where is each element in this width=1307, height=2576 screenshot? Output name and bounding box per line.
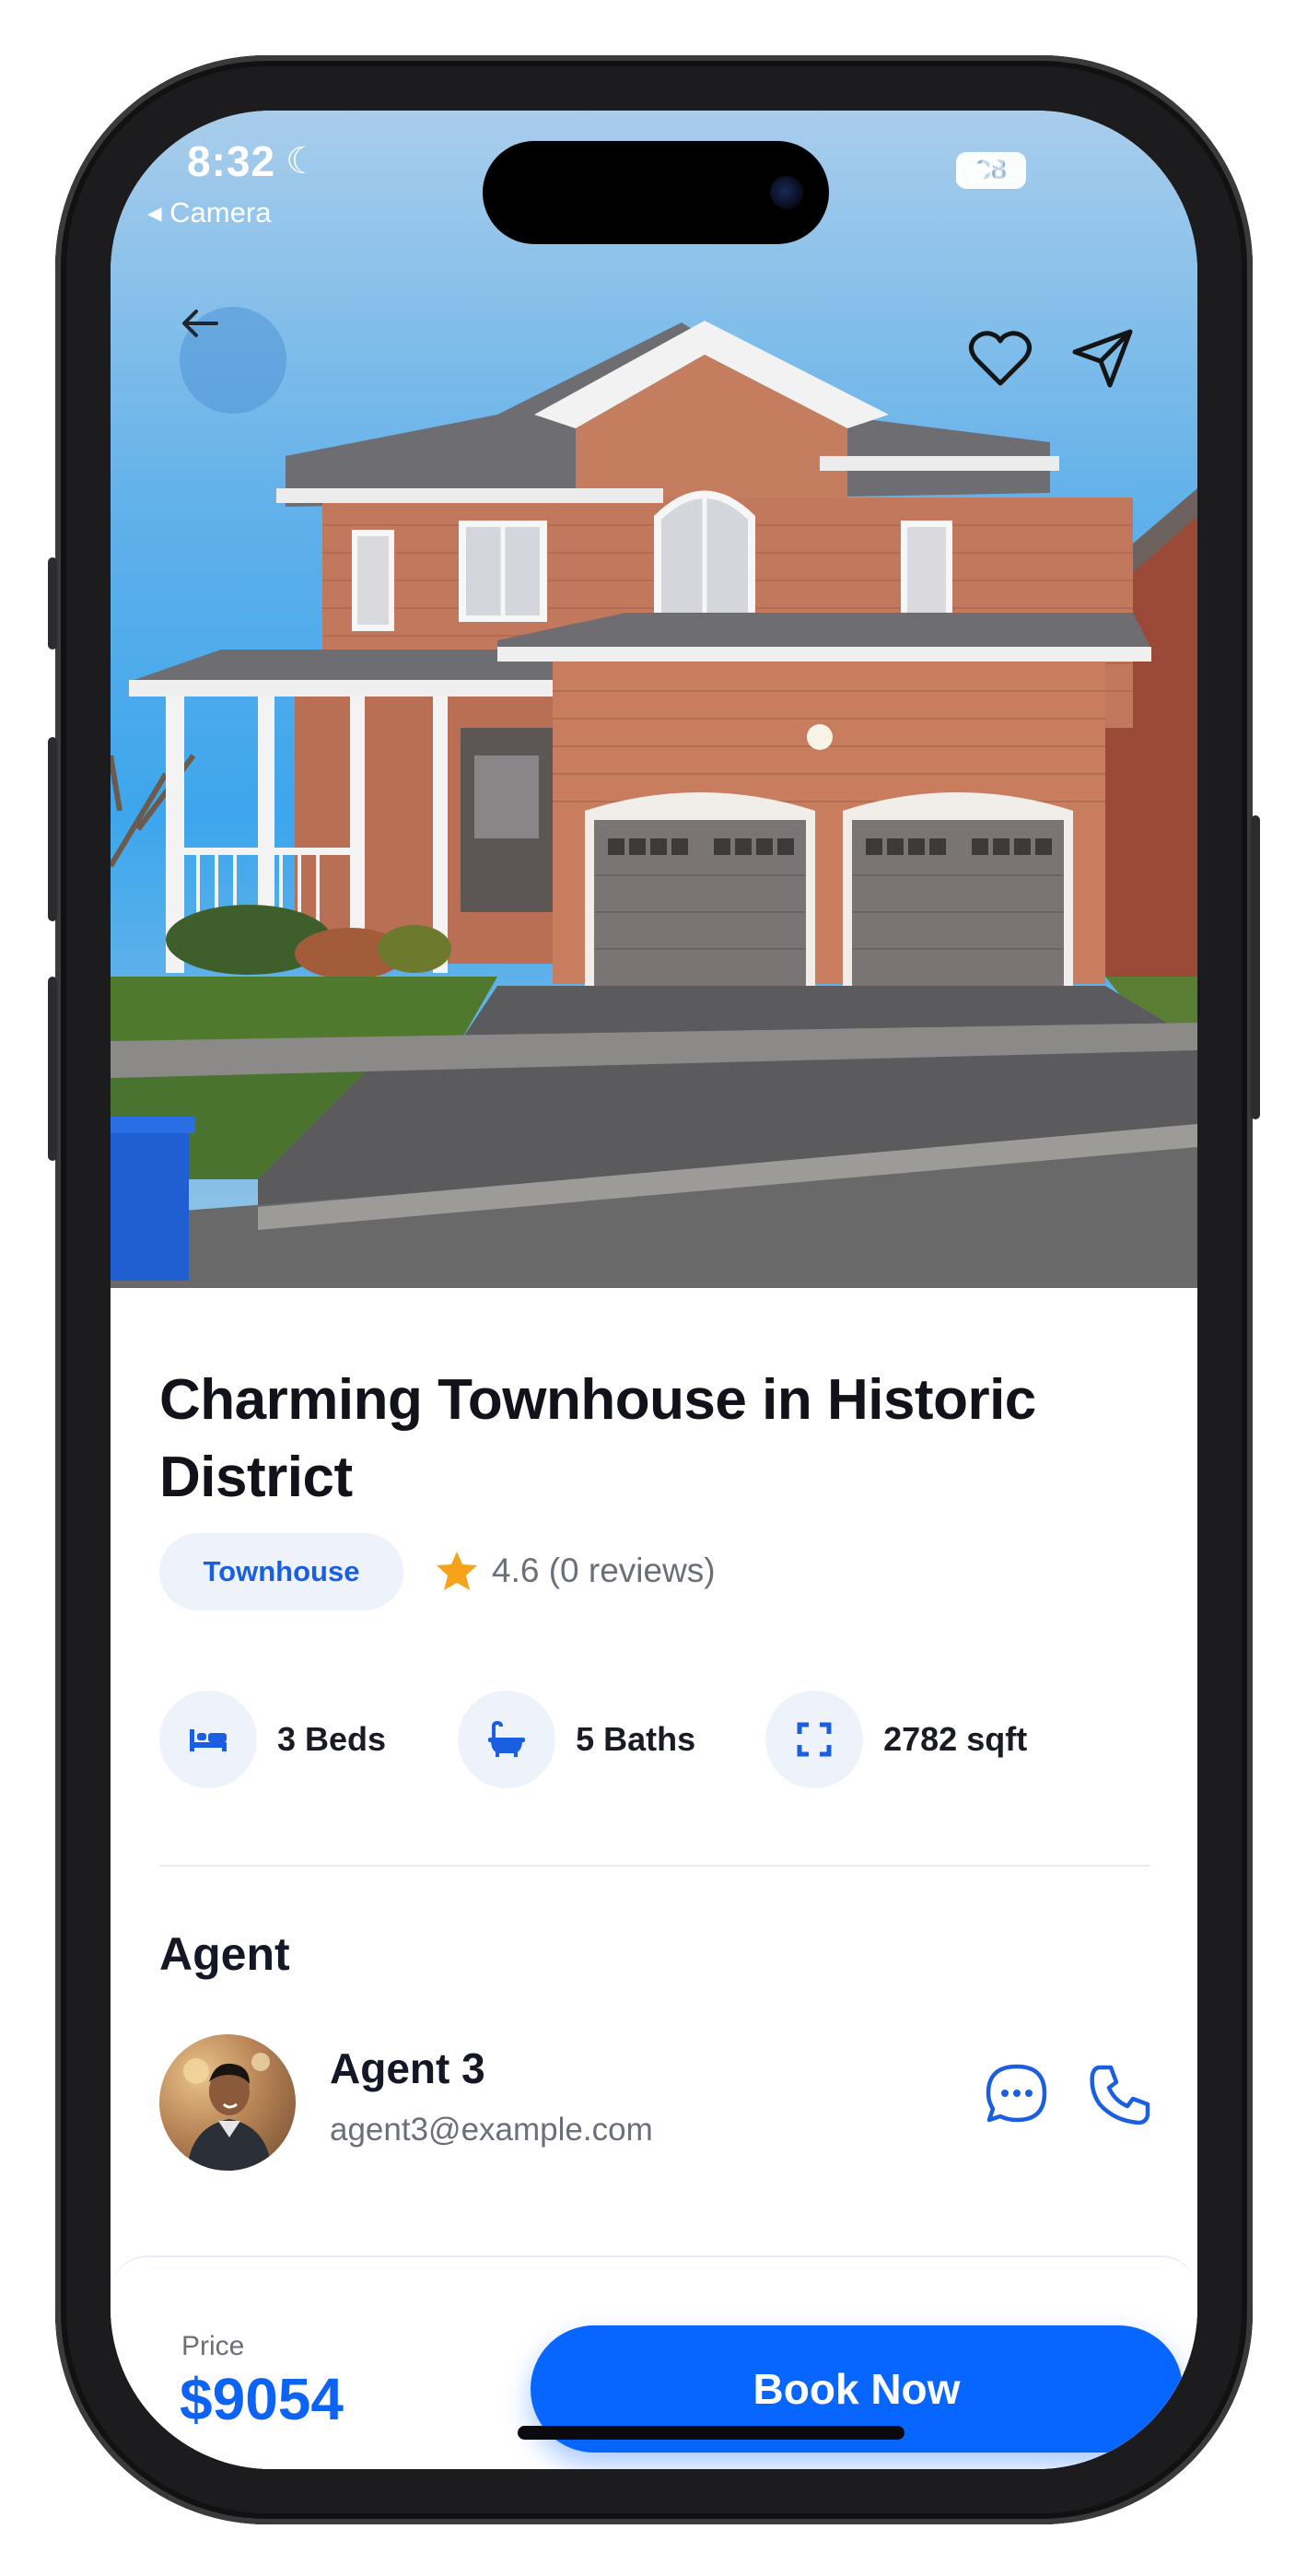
arrow-left-icon: [182, 310, 218, 337]
home-indicator[interactable]: [518, 2426, 904, 2440]
agent-section-title: Agent: [159, 1928, 290, 1980]
status-icons: 38: [956, 152, 1026, 189]
power-button: [1251, 815, 1260, 1119]
rating: 4.6 (0 reviews): [435, 1550, 716, 1592]
agent-name: Agent 3: [330, 2044, 485, 2092]
feature-beds: 3 Beds: [159, 1691, 386, 1788]
property-type-badge: Townhouse: [159, 1533, 403, 1610]
call-agent-button[interactable]: [1087, 2062, 1153, 2133]
listing-title: Charming Townhouse in Historic District: [159, 1368, 1036, 1509]
message-agent-button[interactable]: [984, 2062, 1050, 2133]
back-to-camera-link[interactable]: ◂ Camera: [147, 196, 271, 229]
volume-down-button: [48, 977, 57, 1161]
feature-area: 2782 sqft: [765, 1691, 1027, 1788]
focus-moon-icon: ☾: [286, 141, 319, 181]
action-button: [48, 557, 57, 650]
volume-up-button: [48, 737, 57, 921]
property-photo: 8:32 ☾ ◂ Camera 38: [111, 111, 1197, 1288]
status-time: 8:32: [187, 137, 276, 185]
feature-beds-label: 3 Beds: [277, 1720, 387, 1758]
screen: 8:32 ☾ ◂ Camera 38: [111, 111, 1197, 2469]
agent-email[interactable]: agent3@example.com: [330, 2112, 653, 2149]
house-illustration: [111, 321, 1197, 1288]
back-button[interactable]: [180, 307, 286, 414]
expand-icon: [765, 1691, 864, 1788]
feature-baths-label: 5 Baths: [576, 1720, 696, 1758]
price-label: Price: [181, 2331, 245, 2361]
star-icon: [437, 1551, 477, 1590]
agent-avatar: [159, 2034, 296, 2171]
feature-area-label: 2782 sqft: [883, 1720, 1028, 1758]
chat-bubble-icon: [986, 2064, 1047, 2123]
phone-icon: [1090, 2065, 1150, 2125]
phone-frame: 8:32 ☾ ◂ Camera 38: [48, 55, 1260, 2524]
bed-icon: [159, 1691, 257, 1788]
send-icon: [1072, 329, 1133, 388]
features-row: 3 Beds 5 Baths 2782 sqft: [159, 1691, 1027, 1788]
front-camera-icon: [770, 176, 803, 209]
rating-text: 4.6 (0 reviews): [492, 1551, 716, 1589]
bath-icon: [458, 1691, 556, 1788]
feature-baths: 5 Baths: [458, 1691, 695, 1788]
price-value: $9054: [180, 2366, 344, 2432]
heart-icon: [969, 331, 1032, 386]
wifi-icon: [959, 153, 999, 183]
dynamic-island: [483, 141, 829, 244]
divider: [159, 1865, 1150, 1867]
